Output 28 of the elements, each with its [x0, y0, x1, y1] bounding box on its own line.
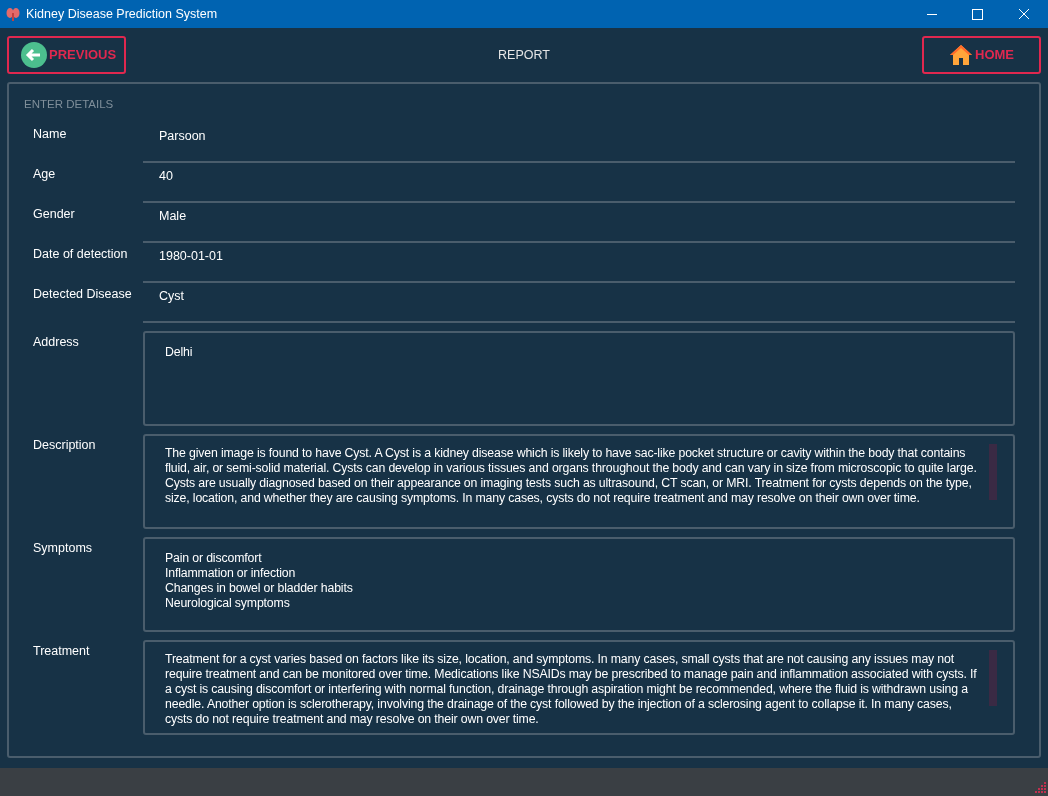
text-field[interactable]: 40	[143, 163, 1015, 204]
section-title: ENTER DETAILS	[24, 97, 115, 112]
text-field[interactable]: 1980-01-01	[143, 243, 1015, 284]
field-label: Treatment	[33, 643, 91, 661]
field-label: Name	[33, 126, 68, 144]
field-label: Age	[33, 166, 57, 184]
kidney-icon	[6, 7, 20, 21]
house-icon	[949, 44, 973, 66]
text-field[interactable]: Male	[143, 203, 1015, 244]
field-label: Description	[33, 437, 97, 455]
text-area[interactable]: Pain or discomfort Inflammation or infection Changes in bowel or bladder habits Neurological symptoms	[143, 537, 1015, 633]
scrollbar-thumb[interactable]	[989, 650, 997, 707]
maximize-icon[interactable]	[972, 8, 983, 20]
field-label: Gender	[33, 206, 76, 224]
resize-grip-icon[interactable]	[1034, 782, 1046, 794]
page-title: REPORT	[498, 46, 550, 64]
close-icon[interactable]	[1018, 8, 1030, 20]
field-label: Date of detection	[33, 246, 129, 264]
text-field[interactable]: Parsoon	[143, 123, 1015, 164]
text-area[interactable]: The given image is found to have Cyst. A Cyst is a kidney disease which is likely to have sac-like pocket structure or cavity within the body that contains fluid, air, or semi-solid material. Cysts can develop in various tissues and organs throughout the body and can vary in size from microscopic to quite large. Cysts are usually diagnosed based on their appearance on imaging tests such as ultrasound, CT scan, or MRI. Treatment for cysts depends on the type, size, location, and whether they are causing symptoms. In many cases, cysts do not require treatment and may resolve on their own over time.	[143, 434, 1015, 530]
text-area[interactable]: Treatment for a cyst varies based on factors like its size, location, and symptoms. In many cases, small cysts that are not causing any issues may not require treatment and can be monitored over time. Medications like NSAIDs may be prescribed to manage pain and inflammation associated with cysts. If a cyst is causing discomfort or interfering with normal function, drainage through aspiration might be recommended, where the fluid is withdrawn using a needle. Another option is sclerotherapy, involving the drainage of the cyst followed by the injection of a sclerosing agent to collapse it. In many cases, cysts do not require treatment and may resolve on their own over time.	[143, 640, 1015, 736]
text-field[interactable]: Cyst	[143, 283, 1015, 324]
window-title: Kidney Disease Prediction System	[26, 5, 218, 23]
text-area[interactable]: Delhi	[143, 331, 1015, 427]
field-label: Detected Disease	[33, 286, 133, 304]
field-label: Symptoms	[33, 540, 94, 558]
scrollbar-thumb[interactable]	[989, 444, 997, 501]
field-label: Address	[33, 334, 80, 352]
